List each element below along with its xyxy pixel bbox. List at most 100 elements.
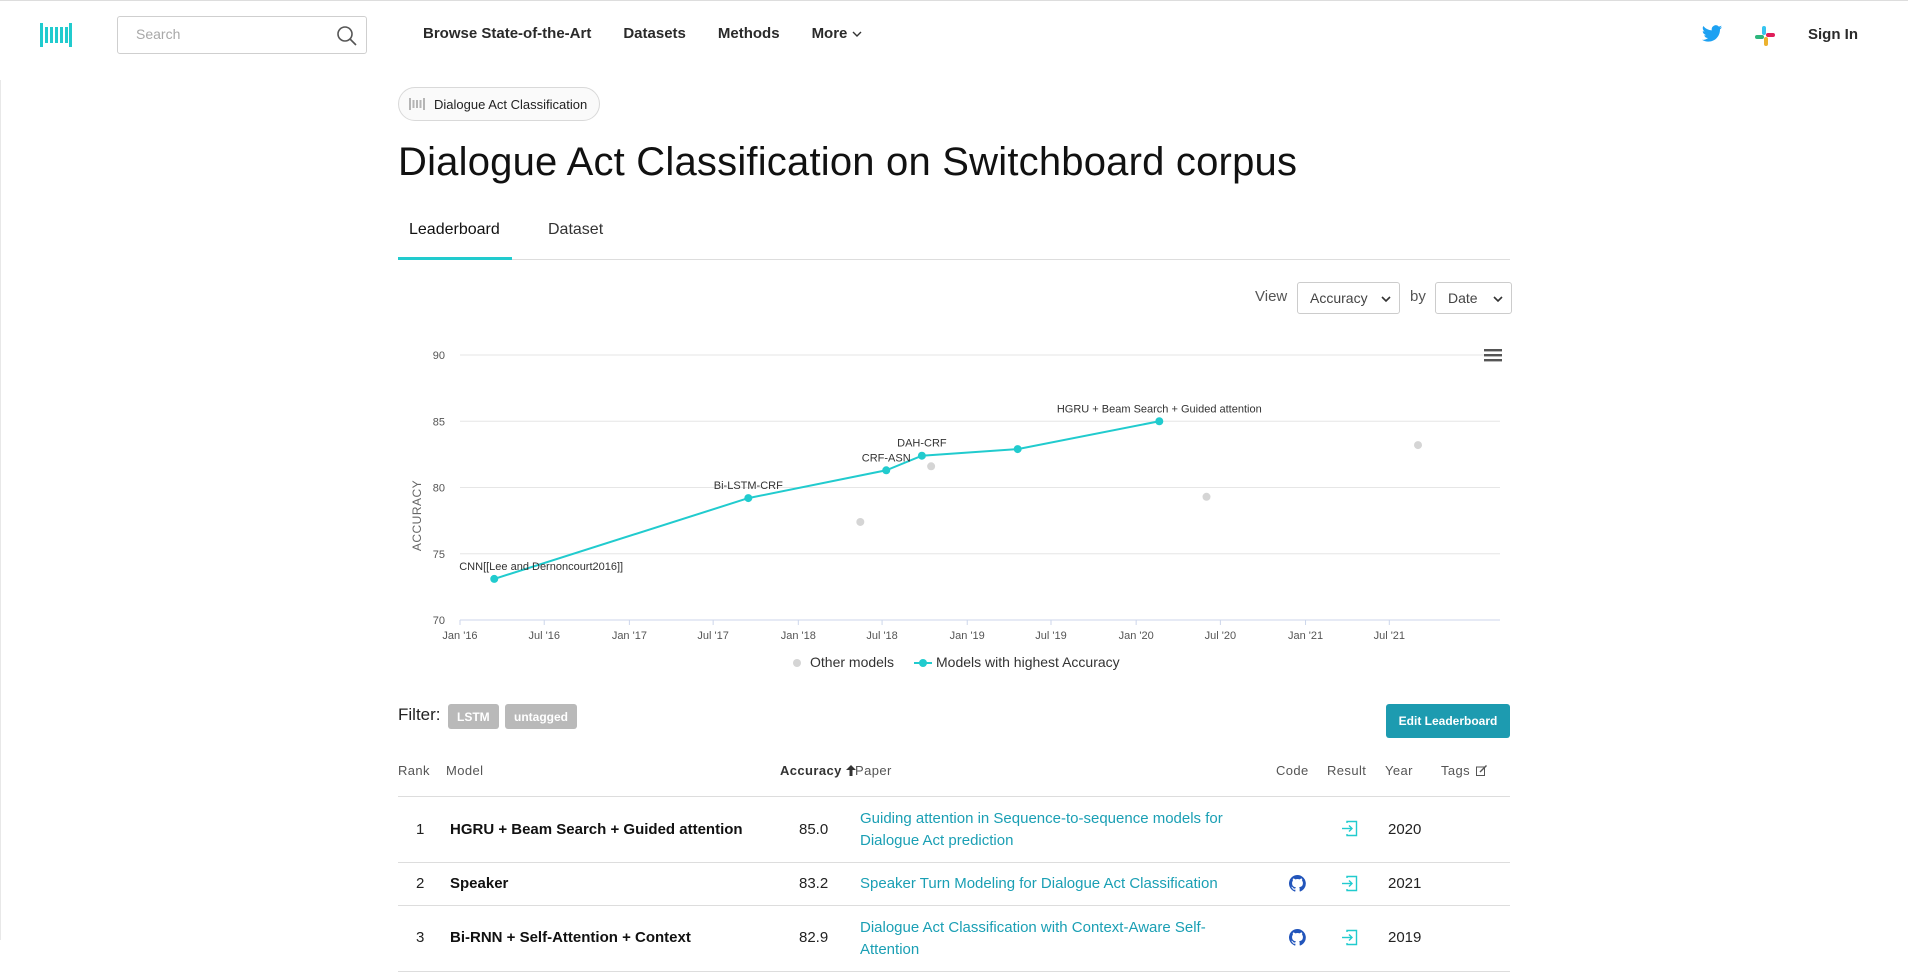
legend-best-marker: [919, 659, 927, 667]
nav-more[interactable]: More: [812, 25, 863, 42]
x-tick-label: Jul '17: [697, 630, 728, 642]
paperswithcode-logo-icon[interactable]: [40, 21, 72, 49]
accuracy-cell: 83.2: [799, 875, 829, 892]
legend-other-label: Other models: [810, 654, 894, 670]
other-model-point: [1414, 441, 1423, 450]
left-divider: [0, 80, 1, 940]
model-cell[interactable]: Speaker: [450, 875, 508, 892]
model-cell[interactable]: Bi-RNN + Self-Attention + Context: [450, 929, 691, 946]
table-row[interactable]: 1 HGRU + Beam Search + Guided attention …: [398, 797, 1510, 863]
metric-select[interactable]: Accuracy: [1297, 282, 1400, 314]
best-model-point: [917, 451, 926, 460]
sign-in-link[interactable]: Sign In: [1808, 26, 1858, 43]
page-title: Dialogue Act Classification on Switchboa…: [398, 140, 1298, 184]
point-data-label: CRF-ASN: [862, 452, 911, 464]
rank-cell: 1: [416, 821, 425, 838]
chart-svg: 70 75 80 85 90 Jan '16 Jul '16 Jan '17 Jul '17 Ja…: [410, 350, 1500, 670]
year-cell: 2019: [1388, 929, 1422, 946]
active-tab-indicator: [398, 257, 512, 260]
model-cell[interactable]: HGRU + Beam Search + Guided attention: [450, 821, 743, 838]
nav-methods[interactable]: Methods: [718, 25, 780, 42]
task-icon: [409, 98, 425, 110]
result-link-icon[interactable]: [1341, 875, 1358, 892]
best-model-point: [490, 574, 499, 583]
axis-select[interactable]: Date: [1435, 282, 1512, 314]
nav-browse-sota[interactable]: Browse State-of-the-Art: [423, 25, 591, 42]
point-data-label: DAH-CRF: [897, 438, 947, 450]
twitter-icon[interactable]: [1701, 23, 1723, 45]
legend-other-marker: [793, 659, 801, 667]
y-tick-label: 90: [433, 350, 445, 362]
main-nav: Browse State-of-the-Art Datasets Methods…: [423, 25, 894, 42]
tab-bar: Leaderboard Dataset: [398, 210, 1510, 260]
y-axis-label: ACCURACY: [410, 480, 424, 551]
y-tick-label: 75: [433, 549, 445, 561]
breadcrumb-label: Dialogue Act Classification: [434, 96, 588, 112]
result-link-icon[interactable]: [1341, 820, 1358, 837]
y-tick-label: 70: [433, 615, 445, 627]
x-tick-label: Jul '16: [529, 630, 560, 642]
breadcrumb-task-chip[interactable]: Dialogue Act Classification: [398, 87, 601, 121]
tab-leaderboard[interactable]: Leaderboard: [409, 221, 500, 239]
search-input[interactable]: [136, 26, 326, 42]
edit-leaderboard-button[interactable]: Edit Leaderboard: [1386, 704, 1510, 738]
header-accuracy-label: Accuracy: [780, 763, 842, 778]
header-rank[interactable]: Rank: [398, 763, 430, 778]
edit-icon[interactable]: [1476, 765, 1488, 776]
github-icon[interactable]: [1289, 875, 1306, 892]
table-row[interactable]: 2 Speaker 83.2 Speaker Turn Modeling for…: [398, 863, 1510, 906]
legend-best-label: Models with highest Accuracy: [936, 654, 1120, 670]
x-tick-label: Jul '18: [866, 630, 897, 642]
best-model-point: [1013, 445, 1022, 454]
nav-more-label: More: [811, 25, 848, 42]
leaderboard-chart: 70 75 80 85 90 Jan '16 Jul '16 Jan '17 Jul '17 Ja…: [398, 330, 1510, 680]
filter-tag-lstm[interactable]: LSTM: [448, 704, 499, 729]
point-data-label: HGRU + Beam Search + Guided attention: [1057, 403, 1262, 415]
accuracy-cell: 82.9: [799, 929, 829, 946]
x-tick-label: Jul '21: [1374, 630, 1405, 642]
rank-cell: 2: [416, 875, 425, 892]
header-result: Result: [1327, 763, 1367, 778]
table-row[interactable]: 3 Bi-RNN + Self-Attention + Context 82.9…: [398, 906, 1510, 972]
point-data-label: Bi-LSTM-CRF: [714, 480, 783, 492]
rank-cell: 3: [416, 929, 425, 946]
filter-tag-untagged[interactable]: untagged: [505, 704, 577, 729]
chart-menu-icon[interactable]: [1484, 347, 1502, 363]
header-paper: Paper: [855, 763, 892, 778]
result-link-icon[interactable]: [1341, 929, 1358, 946]
best-model-point: [1155, 417, 1164, 426]
github-icon[interactable]: [1289, 929, 1306, 946]
search-box[interactable]: [117, 16, 367, 54]
x-tick-label: Jan '16: [442, 630, 477, 642]
slack-icon[interactable]: [1754, 25, 1776, 47]
table-header: Rank Model Accuracy Paper Code Result Ye…: [398, 760, 1510, 797]
x-tick-label: Jan '19: [950, 630, 985, 642]
other-model-point: [1202, 492, 1211, 501]
by-label: by: [1410, 288, 1426, 305]
year-cell: 2021: [1388, 875, 1422, 892]
tab-dataset[interactable]: Dataset: [548, 221, 603, 239]
header-model[interactable]: Model: [446, 763, 483, 778]
y-tick-label: 80: [433, 483, 445, 495]
best-model-line: [493, 420, 1160, 580]
nav-datasets[interactable]: Datasets: [623, 25, 686, 42]
chevron-down-icon: [852, 31, 862, 37]
search-icon[interactable]: [336, 25, 358, 47]
paper-link[interactable]: Dialogue Act Classification with Context…: [860, 917, 1240, 961]
top-navbar: Browse State-of-the-Art Datasets Methods…: [0, 0, 1908, 66]
header-year[interactable]: Year: [1385, 763, 1413, 778]
chevron-down-icon: [1493, 296, 1503, 303]
header-accuracy[interactable]: Accuracy: [780, 763, 856, 778]
filter-label: Filter:: [398, 705, 441, 724]
other-model-point: [856, 517, 865, 526]
metric-select-value: Accuracy: [1310, 290, 1368, 306]
paper-link[interactable]: Guiding attention in Sequence-to-sequenc…: [860, 808, 1250, 852]
x-tick-label: Jan '17: [612, 630, 647, 642]
header-tags[interactable]: Tags: [1441, 763, 1488, 778]
x-tick-label: Jul '19: [1035, 630, 1066, 642]
chevron-down-icon: [1381, 296, 1391, 303]
year-cell: 2020: [1388, 821, 1422, 838]
best-model-point: [744, 494, 753, 503]
paper-link[interactable]: Speaker Turn Modeling for Dialogue Act C…: [860, 873, 1280, 895]
y-tick-label: 85: [433, 416, 445, 428]
